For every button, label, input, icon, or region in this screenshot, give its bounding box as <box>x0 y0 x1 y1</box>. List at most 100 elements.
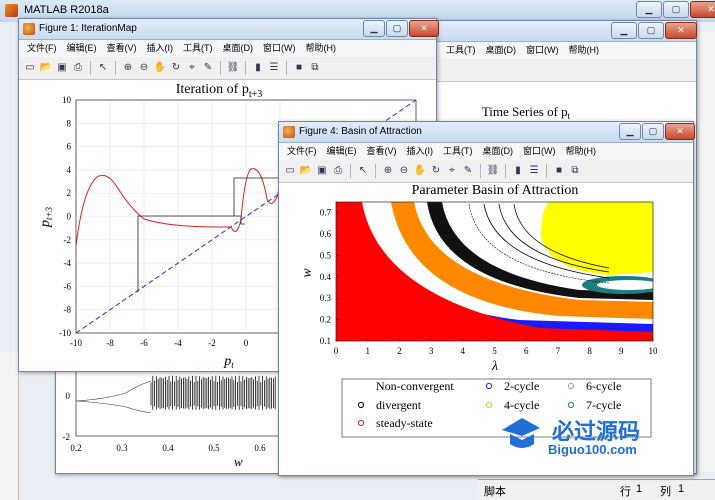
link-icon[interactable]: ⛓ <box>226 61 240 75</box>
fig4-close-button[interactable]: ✕ <box>665 123 695 140</box>
show-plot-tools-icon[interactable]: ⧉ <box>308 61 322 75</box>
new-figure-icon[interactable]: ▭ <box>23 61 37 75</box>
fig1-menu-help[interactable]: 帮助(H) <box>306 40 337 57</box>
hide-plot-tools-icon[interactable]: ■ <box>292 61 306 75</box>
print-icon[interactable]: ⎙ <box>71 61 85 75</box>
zoom-in-icon[interactable]: ⊕ <box>381 164 395 178</box>
fig1-xtick-3: -4 <box>174 338 182 348</box>
print-icon[interactable]: ⎙ <box>331 164 345 178</box>
fig1-maximize-button[interactable]: ▢ <box>386 20 408 37</box>
fig1-menu-edit[interactable]: 编辑(E) <box>67 40 97 57</box>
fig4-xtick-5: 5 <box>492 346 497 356</box>
colorbar-icon[interactable]: ▮ <box>251 61 265 75</box>
fig1-ytick-0: 10 <box>62 95 72 105</box>
basin-map <box>336 202 653 341</box>
ts-menu-window[interactable]: 窗口(W) <box>526 42 559 59</box>
link-icon[interactable]: ⛓ <box>486 164 500 178</box>
open-icon[interactable]: 📂 <box>299 164 313 178</box>
fig1-menu-tools[interactable]: 工具(T) <box>183 40 213 57</box>
fig4-menu-file[interactable]: 文件(F) <box>287 143 317 160</box>
fig1-menu-view[interactable]: 查看(V) <box>107 40 137 57</box>
pointer-icon[interactable]: ↖ <box>356 164 370 178</box>
fig1-ytick-1: 8 <box>67 118 72 128</box>
pointer-icon[interactable]: ↖ <box>96 61 110 75</box>
fig1-title-bar: Figure 1: IterationMap ▁ ▢ ✕ <box>19 19 439 40</box>
fig4-ylabel: w <box>300 268 315 278</box>
figure-icon <box>283 126 295 138</box>
fig4-menu-insert[interactable]: 插入(I) <box>407 143 434 160</box>
ts-minimize-button[interactable]: ▁ <box>611 22 637 39</box>
data-cursor-icon[interactable]: ⌖ <box>445 164 459 178</box>
watermark-logo-icon <box>500 412 542 454</box>
ts-close-button[interactable]: ✕ <box>665 22 697 39</box>
fig4-menu-help[interactable]: 帮助(H) <box>566 143 597 160</box>
fig4-maximize-button[interactable]: ▢ <box>642 123 664 140</box>
status-bar: 脚本 行 1 列 1 <box>478 479 715 500</box>
new-figure-icon[interactable]: ▭ <box>283 164 297 178</box>
hide-plot-tools-icon[interactable]: ■ <box>552 164 566 178</box>
fig4-ytick-4: 0.3 <box>320 293 332 303</box>
brush-icon[interactable]: ✎ <box>201 61 215 75</box>
fig1-menu-file[interactable]: 文件(F) <box>27 40 57 57</box>
status-script: 脚本 <box>484 486 506 498</box>
fig1-menu-insert[interactable]: 插入(I) <box>147 40 174 57</box>
figure-icon <box>23 23 35 35</box>
fig4-plot-title: Parameter Basin of Attraction <box>412 183 579 198</box>
cobweb-path <box>137 177 279 292</box>
fig4-menu-window[interactable]: 窗口(W) <box>523 143 556 160</box>
fig4-menu-desktop[interactable]: 桌面(D) <box>483 143 514 160</box>
zoom-out-icon[interactable]: ⊖ <box>137 61 151 75</box>
ts-menu-tools[interactable]: 工具(T) <box>446 42 476 59</box>
pan-icon[interactable]: ✋ <box>153 61 167 75</box>
zoom-out-icon[interactable]: ⊖ <box>397 164 411 178</box>
colorbar-icon[interactable]: ▮ <box>511 164 525 178</box>
fig1-ytick-8: -6 <box>64 281 72 291</box>
fig4-menu-tools[interactable]: 工具(T) <box>443 143 473 160</box>
fig1-ytick-9: -8 <box>64 305 72 315</box>
legend-label-3: 2-cycle <box>504 379 539 393</box>
legend-label-2: steady-state <box>376 416 433 430</box>
rotate-icon[interactable]: ↻ <box>429 164 443 178</box>
brush-icon[interactable]: ✎ <box>461 164 475 178</box>
fig1-menu-window[interactable]: 窗口(W) <box>263 40 296 57</box>
ts-xtick-0: 0.2 <box>70 443 81 453</box>
status-col: 1 <box>678 483 685 495</box>
data-cursor-icon[interactable]: ⌖ <box>185 61 199 75</box>
ts-maximize-button[interactable]: ▢ <box>638 22 664 39</box>
fig4-xtick-1: 1 <box>365 346 370 356</box>
zoom-in-icon[interactable]: ⊕ <box>121 61 135 75</box>
fig4-xtick-6: 6 <box>524 346 529 356</box>
fig4-xtick-7: 7 <box>556 346 561 356</box>
pan-icon[interactable]: ✋ <box>413 164 427 178</box>
fig1-close-button[interactable]: ✕ <box>409 20 439 37</box>
fig4-xtick-8: 8 <box>587 346 592 356</box>
fig1-plot-title: Iteration of pt+3 <box>176 82 263 100</box>
minimize-button[interactable]: ▁ <box>636 1 662 18</box>
ts-menu-desktop[interactable]: 桌面(D) <box>486 42 517 59</box>
legend-label-0: Non-convergent <box>376 379 454 393</box>
open-icon[interactable]: 📂 <box>39 61 53 75</box>
maximize-button[interactable]: ▢ <box>663 1 689 18</box>
legend-icon[interactable]: ☰ <box>267 61 281 75</box>
fig4-menu-edit[interactable]: 编辑(E) <box>327 143 357 160</box>
matlab-logo-icon <box>5 4 18 17</box>
ts-menu-help[interactable]: 帮助(H) <box>569 42 600 59</box>
status-row-label: 行 <box>620 486 631 498</box>
fig4-xtick-10: 10 <box>649 346 659 356</box>
close-button[interactable]: ✕ <box>690 1 715 18</box>
fig4-minimize-button[interactable]: ▁ <box>619 123 641 140</box>
legend-label-4: 4-cycle <box>504 398 539 412</box>
fig4-menu-bar: 文件(F) 编辑(E) 查看(V) 插入(I) 工具(T) 桌面(D) 窗口(W… <box>279 143 693 160</box>
fig1-minimize-button[interactable]: ▁ <box>363 20 385 37</box>
legend-icon[interactable]: ☰ <box>527 164 541 178</box>
rotate-icon[interactable]: ↻ <box>169 61 183 75</box>
show-plot-tools-icon[interactable]: ⧉ <box>568 164 582 178</box>
legend-label-6: 7-cycle <box>586 398 621 412</box>
status-row: 1 <box>636 483 643 495</box>
save-icon[interactable]: ▣ <box>55 61 69 75</box>
fig4-menu-view[interactable]: 查看(V) <box>367 143 397 160</box>
ts-xlabel: w <box>234 454 243 469</box>
fig1-xlabel: pt <box>223 354 234 370</box>
fig1-menu-desktop[interactable]: 桌面(D) <box>223 40 254 57</box>
save-icon[interactable]: ▣ <box>315 164 329 178</box>
